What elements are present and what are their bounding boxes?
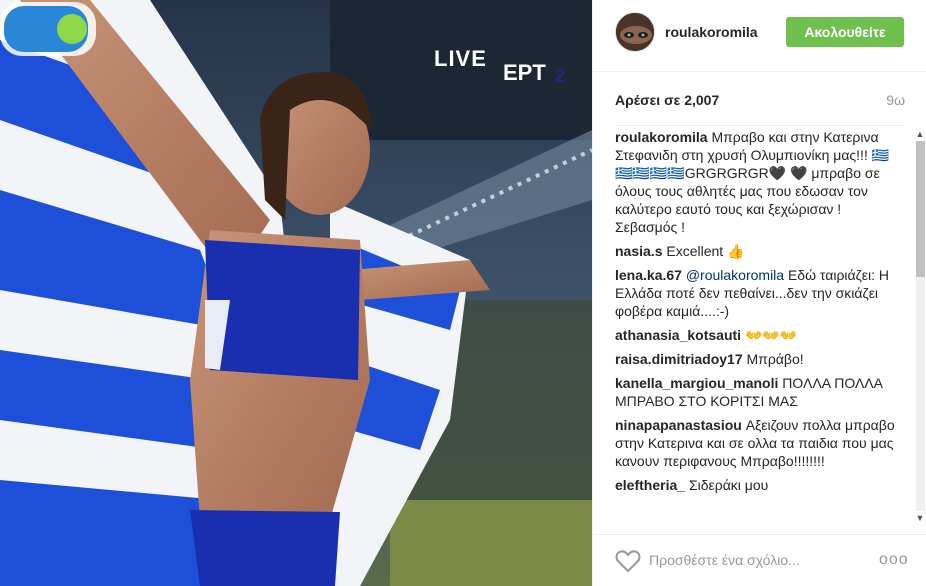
comments-scrollbar[interactable]: ▲ ▼: [914, 128, 926, 524]
scroll-down-arrow-icon[interactable]: ▼: [914, 512, 926, 524]
comment-username[interactable]: lena.ka.67: [615, 267, 682, 283]
scroll-track[interactable]: [916, 141, 925, 511]
comment-text: Μπράβο!: [746, 351, 804, 367]
username-link[interactable]: roulakoromila: [665, 24, 758, 40]
comment-username[interactable]: raisa.dimitriadoy17: [615, 351, 743, 367]
comment-item: roulakoromila Μπραβο και στην Κατερινα Σ…: [615, 128, 901, 236]
avatar[interactable]: [615, 12, 655, 52]
comment-username[interactable]: eleftheria_: [615, 477, 685, 493]
likes-count[interactable]: Αρέσει σε 2,007: [615, 92, 719, 108]
add-comment-input[interactable]: [649, 549, 869, 571]
comments-list[interactable]: roulakoromila Μπραβο και στην Κατερινα Σ…: [615, 128, 901, 524]
photo-illustration: [0, 0, 592, 586]
ert-channel-label: ΕΡΤ: [503, 60, 546, 85]
comment-item: lena.ka.67 @roulakoromila Εδώ ταιριάζει:…: [615, 266, 901, 320]
comment-item: kanella_margiou_manoli ΠΟΛΛΑ ΠΟΛΛΑ ΜΠΡΑΒ…: [615, 374, 901, 410]
comment-item: athanasia_kotsauti 👐👐👐: [615, 326, 901, 344]
more-options-icon[interactable]: ooo: [879, 551, 908, 571]
scroll-up-arrow-icon[interactable]: ▲: [914, 128, 926, 140]
ert2-channel-logo: [0, 2, 96, 56]
avatar-image: [616, 13, 654, 51]
comment-item: nasia.s Excellent 👍: [615, 242, 901, 260]
scroll-thumb[interactable]: [916, 141, 925, 277]
likes-row: Αρέσει σε 2,007 9ω: [615, 72, 905, 126]
follow-button[interactable]: Ακολουθείτε: [786, 17, 904, 47]
comment-username[interactable]: nasia.s: [615, 243, 662, 259]
comment-mention-link[interactable]: @roulakoromila: [686, 267, 784, 283]
comment-item: ninapapanastasiou Αξειζουν πολλα μπραβο …: [615, 416, 901, 470]
comment-username[interactable]: athanasia_kotsauti: [615, 327, 741, 343]
comment-item: raisa.dimitriadoy17 Μπράβο!: [615, 350, 901, 368]
comment-username[interactable]: ninapapanastasiou: [615, 417, 742, 433]
post-header: roulakoromila Ακολουθείτε: [593, 0, 926, 72]
live-badge: LIVE: [434, 46, 487, 71]
comment-footer: ooo: [593, 534, 926, 586]
post-photo[interactable]: LIVE ΕΡΤ 2: [0, 0, 592, 586]
instagram-post: LIVE ΕΡΤ 2 roulakoromila Ακολουθείτε Αρέ…: [0, 0, 926, 586]
comment-text: Excellent 👍: [666, 243, 745, 259]
comment-username[interactable]: roulakoromila: [615, 129, 708, 145]
comment-item: eleftheria_ Σιδεράκι μου: [615, 476, 901, 494]
comment-text: 👐👐👐: [744, 327, 798, 343]
post-timestamp[interactable]: 9ω: [886, 92, 905, 108]
heart-icon[interactable]: [615, 549, 641, 573]
comment-text: Σιδεράκι μου: [688, 477, 769, 493]
post-side-panel: roulakoromila Ακολουθείτε Αρέσει σε 2,00…: [592, 0, 926, 586]
ert-channel-number: 2: [555, 66, 566, 86]
comment-username[interactable]: kanella_margiou_manoli: [615, 375, 778, 391]
